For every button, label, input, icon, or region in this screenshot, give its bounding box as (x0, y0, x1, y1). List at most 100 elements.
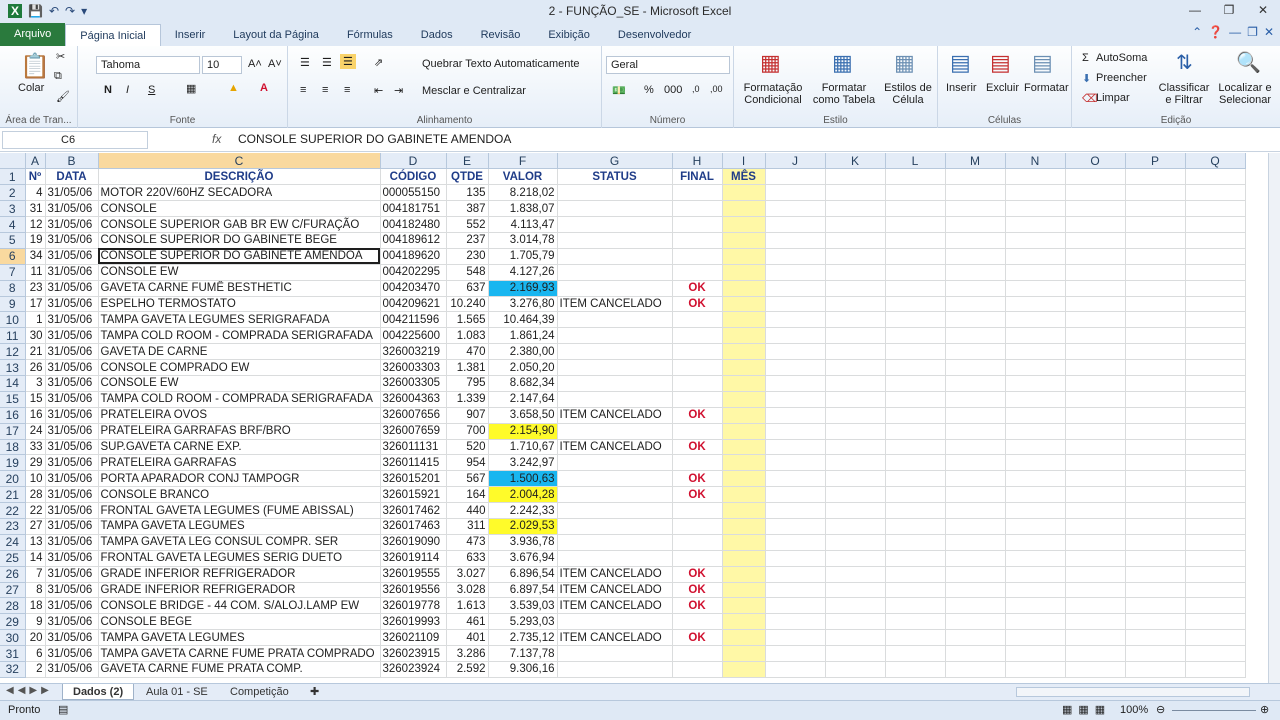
row-header[interactable]: 7 (0, 264, 26, 281)
cell-final[interactable]: OK (672, 296, 723, 313)
font-size-select[interactable]: 10 (202, 56, 242, 74)
cell-code[interactable]: 326021109 (380, 629, 447, 647)
cell-final[interactable] (672, 534, 723, 551)
cell[interactable] (1125, 168, 1186, 186)
cell-description[interactable]: GRADE INFERIOR REFRIGERADOR (98, 582, 381, 599)
cell[interactable] (765, 597, 826, 615)
cut-icon[interactable]: ✂ (56, 50, 65, 63)
sort-filter-button[interactable]: Classificar e Filtrar (1158, 82, 1210, 106)
cell[interactable] (1185, 534, 1246, 551)
cell[interactable] (885, 327, 946, 345)
column-header-p[interactable]: P (1125, 153, 1186, 170)
cell[interactable] (765, 327, 826, 345)
cell[interactable] (1005, 534, 1066, 551)
cell-month[interactable] (722, 296, 766, 313)
align-bottom-icon[interactable]: ☰ (340, 54, 356, 69)
cell-date[interactable]: 31/05/06 (45, 534, 99, 551)
cell-value[interactable]: 9.306,16 (488, 661, 558, 678)
cell-value[interactable]: 4.127,26 (488, 264, 558, 281)
cell-month[interactable] (722, 423, 766, 440)
row-header[interactable]: 19 (0, 454, 26, 472)
cell-date[interactable]: 31/05/06 (45, 296, 99, 313)
grow-font-icon[interactable]: A˄ (248, 58, 262, 70)
cell-status[interactable]: ITEM CANCELADO (557, 629, 673, 647)
cell[interactable] (1005, 550, 1066, 567)
zoom-level[interactable]: 100% (1120, 704, 1148, 716)
cell[interactable] (1065, 486, 1126, 504)
zoom-in-icon[interactable]: ⊕ (1260, 703, 1269, 716)
cell[interactable] (825, 343, 886, 361)
cell[interactable] (885, 407, 946, 424)
cell[interactable] (1005, 645, 1066, 662)
cell-final[interactable] (672, 200, 723, 218)
cell[interactable] (1065, 550, 1126, 567)
cell-status[interactable]: ITEM CANCELADO (557, 582, 673, 599)
cell[interactable] (885, 661, 946, 678)
cell-month[interactable] (722, 359, 766, 376)
cell-date[interactable]: 31/05/06 (45, 359, 99, 376)
cell-status[interactable] (557, 375, 673, 392)
cell[interactable] (1125, 280, 1186, 297)
cell[interactable] (1065, 597, 1126, 615)
cell[interactable] (765, 200, 826, 218)
cell-month[interactable] (722, 629, 766, 647)
cell-code[interactable]: 326011131 (380, 439, 447, 456)
cell-description[interactable]: GRADE INFERIOR REFRIGERADOR (98, 566, 381, 583)
cell-final[interactable]: OK (672, 629, 723, 647)
cell[interactable] (885, 502, 946, 519)
cell-date[interactable]: 31/05/06 (45, 311, 99, 329)
comma-style-icon[interactable]: 000 (664, 84, 682, 96)
cell-value[interactable]: 1.710,67 (488, 439, 558, 456)
cell-qty[interactable]: 907 (446, 407, 489, 424)
cell-status[interactable] (557, 343, 673, 361)
cell-date[interactable]: 31/05/06 (45, 439, 99, 456)
cell-description[interactable]: CONSOLE BRIDGE - 44 COM. S/ALOJ.LAMP EW (98, 597, 381, 615)
row-header[interactable]: 15 (0, 391, 26, 408)
cell[interactable] (1125, 407, 1186, 424)
column-header-o[interactable]: O (1065, 153, 1126, 170)
cell[interactable] (1065, 264, 1126, 281)
cell-num[interactable]: 24 (25, 423, 46, 440)
cell[interactable] (885, 518, 946, 535)
cell-status[interactable] (557, 534, 673, 551)
vertical-scrollbar[interactable] (1268, 153, 1280, 683)
cell-description[interactable]: GAVETA CARNE FUMÊ BESTHETIC (98, 280, 381, 297)
cell[interactable] (1185, 359, 1246, 376)
cell[interactable] (765, 518, 826, 535)
cell[interactable] (885, 232, 946, 249)
cell-description[interactable]: FRONTAL GAVETA LEGUMES SERIG DUETO (98, 550, 381, 567)
cell-qty[interactable]: 520 (446, 439, 489, 456)
cell-month[interactable] (722, 375, 766, 392)
cell-date[interactable]: 31/05/06 (45, 407, 99, 424)
cell-qty[interactable]: 164 (446, 486, 489, 504)
cell[interactable] (945, 423, 1006, 440)
paste-button[interactable]: Colar (18, 82, 44, 94)
cell-code[interactable]: 326019556 (380, 582, 447, 599)
cell-date[interactable]: 31/05/06 (45, 566, 99, 583)
cell[interactable] (885, 343, 946, 361)
view-buttons-icon[interactable]: ▦▦▦ (1062, 703, 1111, 716)
cell-month[interactable] (722, 232, 766, 249)
column-header-h[interactable]: H (672, 153, 723, 170)
format-painter-icon[interactable]: 🖌 (56, 90, 70, 103)
align-center-icon[interactable]: ≡ (322, 84, 328, 96)
cell[interactable] (885, 296, 946, 313)
cell-status[interactable] (557, 423, 673, 440)
cell-date[interactable]: 31/05/06 (45, 454, 99, 472)
row-header[interactable]: 4 (0, 216, 26, 233)
cell-code[interactable]: 326007656 (380, 407, 447, 424)
cell-value[interactable]: 2.154,90 (488, 423, 558, 440)
cell-date[interactable]: 31/05/06 (45, 248, 99, 265)
cell-month[interactable] (722, 454, 766, 472)
cell[interactable] (825, 534, 886, 551)
cell-num[interactable]: 6 (25, 645, 46, 662)
cell[interactable] (945, 470, 1006, 488)
column-header-f[interactable]: F (488, 153, 558, 170)
cell[interactable] (825, 439, 886, 456)
row-header[interactable]: 25 (0, 550, 26, 567)
cell-status[interactable] (557, 184, 673, 202)
cell[interactable] (945, 343, 1006, 361)
format-table-icon[interactable]: ▦ (832, 50, 853, 76)
cell[interactable] (1125, 597, 1186, 615)
cell[interactable] (1125, 518, 1186, 535)
